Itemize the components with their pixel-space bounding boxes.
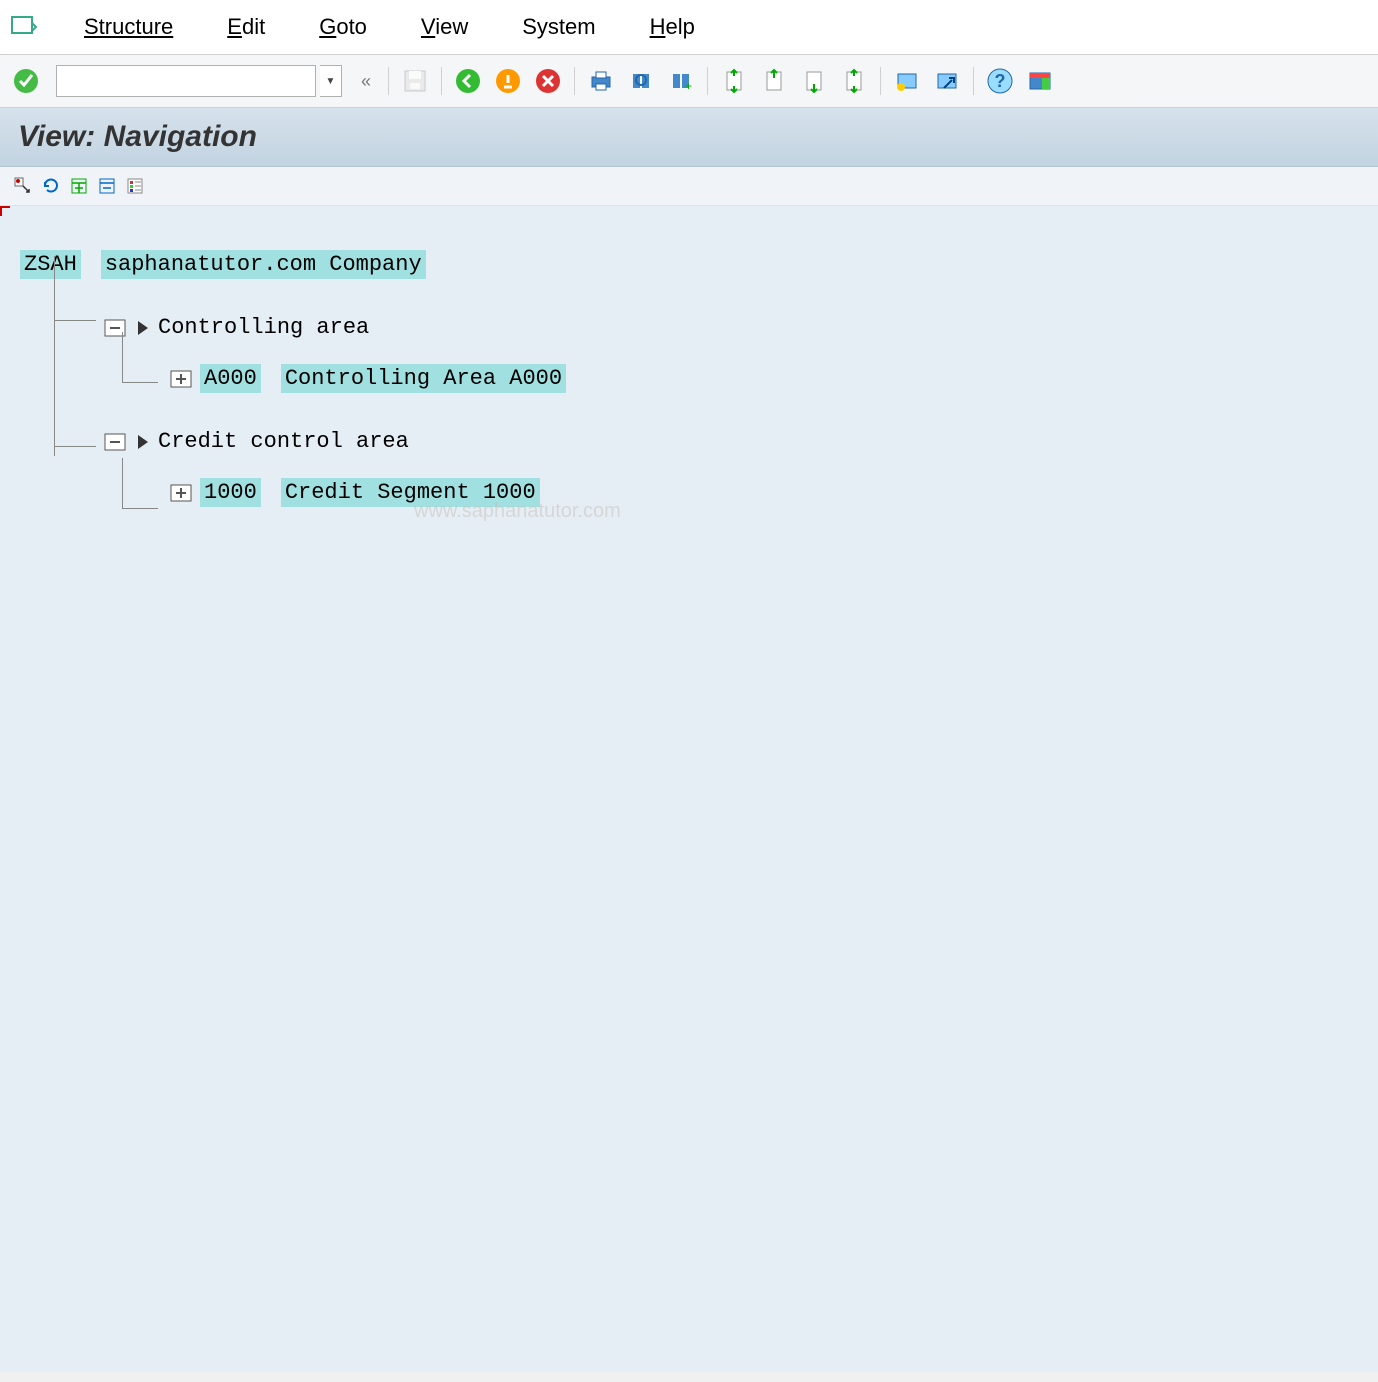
new-session-icon[interactable] [889,63,925,99]
child-code: A000 [200,364,261,393]
first-page-icon[interactable] [716,63,752,99]
expand-triangle-icon[interactable] [138,435,148,449]
command-field[interactable] [56,65,316,97]
expand-all-icon[interactable] [66,173,92,199]
toolbar: ▼ « + ? [0,55,1378,108]
app-toolbar [0,167,1378,206]
folder-expand-icon[interactable] [168,482,194,504]
find-icon[interactable] [623,63,659,99]
child-code: 1000 [200,478,261,507]
node-label: Controlling area [158,315,369,340]
tree-node-controlling-area[interactable]: Controlling area [102,315,1358,340]
layout-icon[interactable] [1022,63,1058,99]
node-label: Credit control area [158,429,409,454]
menubar: Structure Edit Goto View System Help [0,0,1378,55]
folder-collapse-icon[interactable] [102,431,128,453]
root-desc: saphanatutor.com Company [101,250,426,279]
page-title: View: Navigation [18,120,1360,154]
tree-root[interactable]: ZSAH saphanatutor.com Company [20,250,1358,279]
folder-collapse-icon[interactable] [102,317,128,339]
tree-child-a000[interactable]: A000 Controlling Area A000 [168,364,1358,393]
last-page-icon[interactable] [836,63,872,99]
title-bar: View: Navigation [0,108,1378,167]
find-next-icon[interactable]: + [663,63,699,99]
main-area: ZSAH saphanatutor.com Company Controllin… [0,206,1378,1372]
save-icon [397,63,433,99]
select-icon[interactable] [10,173,36,199]
print-icon[interactable] [583,63,619,99]
child-desc: Credit Segment 1000 [281,478,540,507]
collapse-command-icon[interactable]: « [352,71,380,92]
expand-triangle-icon[interactable] [138,321,148,335]
menu-goto[interactable]: Goto [301,8,385,46]
tree-child-1000[interactable]: 1000 Credit Segment 1000 [168,478,1358,507]
menu-structure[interactable]: Structure [66,8,191,46]
help-icon[interactable]: ? [982,63,1018,99]
child-desc: Controlling Area A000 [281,364,566,393]
command-dropdown-icon[interactable]: ▼ [320,65,342,97]
prev-page-icon[interactable] [756,63,792,99]
menu-edit[interactable]: Edit [209,8,283,46]
legend-icon[interactable] [122,173,148,199]
cancel-icon[interactable] [530,63,566,99]
refresh-icon[interactable] [38,173,64,199]
collapse-all-icon[interactable] [94,173,120,199]
menu-view[interactable]: View [403,8,486,46]
folder-expand-icon[interactable] [168,368,194,390]
enter-button[interactable] [8,63,44,99]
back-icon[interactable] [450,63,486,99]
svg-text:+: + [685,79,692,93]
tree-node-credit-control-area[interactable]: Credit control area [102,429,1358,454]
next-page-icon[interactable] [796,63,832,99]
exit-icon[interactable] [490,63,526,99]
corner-mark [0,206,10,216]
shortcut-icon[interactable] [929,63,965,99]
menu-dropdown-icon[interactable] [8,11,40,43]
menu-help[interactable]: Help [632,8,713,46]
menu-system[interactable]: System [504,8,613,46]
root-code: ZSAH [20,250,81,279]
tree: ZSAH saphanatutor.com Company Controllin… [14,220,1364,523]
svg-text:?: ? [995,71,1006,91]
